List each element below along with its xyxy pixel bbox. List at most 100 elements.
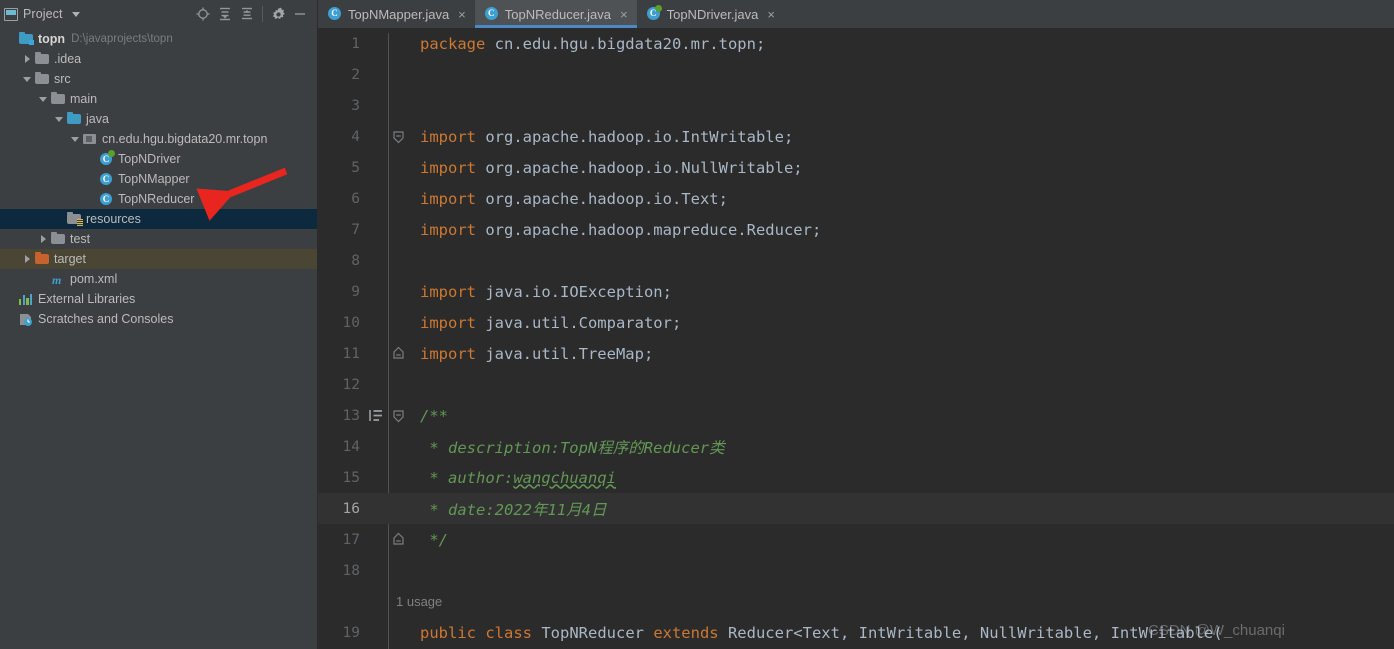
folder-icon (34, 71, 50, 87)
tree-item-resources[interactable]: resources (0, 209, 317, 229)
tree-item-idea[interactable]: .idea (0, 49, 317, 69)
code-line-6[interactable]: 6 import org.apache.hadoop.io.Text; (318, 183, 1394, 214)
tree-item-topnreducer[interactable]: C TopNReducer (0, 189, 317, 209)
gutter-slot (366, 369, 388, 400)
expand-all-icon[interactable] (214, 3, 236, 25)
gutter-slot (366, 431, 388, 462)
project-window-icon (4, 7, 18, 21)
code-text[interactable]: public class TopNReducer extends Reducer… (412, 624, 1394, 642)
code-line-2[interactable]: 2 (318, 59, 1394, 90)
code-text[interactable]: import org.apache.hadoop.io.NullWritable… (412, 159, 1394, 177)
code-line-13[interactable]: 13 /** (318, 400, 1394, 431)
usage-hint-label[interactable]: 1 usage (318, 594, 442, 609)
java-class-icon: C (484, 7, 499, 21)
gutter-slot (366, 524, 388, 555)
tree-item-topndriver[interactable]: C TopNDriver (0, 149, 317, 169)
javadoc-icon[interactable] (366, 400, 388, 431)
tree-item-external-libraries[interactable]: External Libraries (0, 289, 317, 309)
code-line-19[interactable]: 19 public class TopNReducer extends Reduc… (318, 617, 1394, 648)
code-line-9[interactable]: 9 import java.io.IOException; (318, 276, 1394, 307)
code-line-7[interactable]: 7 import org.apache.hadoop.mapreduce.Redu… (318, 214, 1394, 245)
tree-item-main[interactable]: main (0, 89, 317, 109)
code-token: cn.edu.hgu.bigdata20.mr.topn; (494, 34, 766, 53)
code-lines[interactable]: 1 package cn.edu.hgu.bigdata20.mr.topn; 2 3… (318, 28, 1394, 648)
code-text[interactable]: import org.apache.hadoop.io.IntWritable; (412, 128, 1394, 146)
code-line-1[interactable]: 1 package cn.edu.hgu.bigdata20.mr.topn; (318, 28, 1394, 59)
close-icon[interactable]: × (767, 8, 775, 21)
code-line-8[interactable]: 8 (318, 245, 1394, 276)
editor-tab-topnmapper-java[interactable]: C TopNMapper.java × (318, 0, 475, 28)
code-line-11[interactable]: 11 import java.util.TreeMap; (318, 338, 1394, 369)
locate-target-icon[interactable] (192, 3, 214, 25)
tree-item-src[interactable]: src (0, 69, 317, 89)
chevron-right-icon[interactable] (20, 49, 34, 69)
tree-item-pom-xml[interactable]: m pom.xml (0, 269, 317, 289)
editor-tab-bar[interactable]: C TopNMapper.java × C TopNReducer.java × C TopN… (318, 0, 1394, 28)
close-icon[interactable]: × (458, 8, 466, 21)
code-line-10[interactable]: 10 import java.util.Comparator; (318, 307, 1394, 338)
fold-end-icon[interactable] (388, 524, 412, 555)
tree-item-target[interactable]: target (0, 249, 317, 269)
code-text[interactable]: */ (412, 531, 1394, 549)
close-icon[interactable]: × (620, 8, 628, 21)
code-line-12[interactable]: 12 (318, 369, 1394, 400)
project-tree[interactable]: topn D:\javaprojects\topn .idea src main java… (0, 28, 317, 329)
code-line-5[interactable]: 5 import org.apache.hadoop.io.NullWritabl… (318, 152, 1394, 183)
line-number: 9 (351, 283, 360, 300)
line-number: 7 (351, 221, 360, 238)
tree-twisty-placeholder (4, 289, 18, 309)
tree-item-test[interactable]: test (0, 229, 317, 249)
tree-item-topn[interactable]: topn D:\javaprojects\topn (0, 29, 317, 49)
editor-tab-topndriver-java[interactable]: C TopNDriver.java × (637, 0, 784, 28)
fold-end-icon[interactable] (388, 338, 412, 369)
code-text[interactable]: import org.apache.hadoop.io.Text; (412, 190, 1394, 208)
usage-hint-row[interactable]: 1 usage (318, 586, 1394, 617)
code-text[interactable]: /** (412, 407, 1394, 425)
code-text[interactable]: package cn.edu.hgu.bigdata20.mr.topn; (412, 35, 1394, 53)
code-line-17[interactable]: 17 */ (318, 524, 1394, 555)
gutter-slot (366, 90, 388, 121)
gutter-slot (366, 245, 388, 276)
chevron-down-icon[interactable] (20, 69, 34, 89)
chevron-down-icon[interactable] (68, 129, 82, 149)
tree-item-topnmapper[interactable]: C TopNMapper (0, 169, 317, 189)
code-text[interactable]: * description:TopN程序的Reducer类 (412, 436, 1394, 458)
gutter-slot (366, 462, 388, 493)
code-token: org.apache.hadoop.io.Text; (485, 189, 728, 208)
project-tool-window-header[interactable]: Project (4, 7, 80, 21)
code-text[interactable]: * date:2022年11月4日 (412, 498, 1394, 520)
code-token: wangchuanqi (513, 468, 616, 487)
editor-tab-topnreducer-java[interactable]: C TopNReducer.java × (474, 0, 637, 28)
tree-item-cn-edu-hgu-bigdata20-mr-topn[interactable]: cn.edu.hgu.bigdata20.mr.topn (0, 129, 317, 149)
code-text[interactable]: import org.apache.hadoop.mapreduce.Reduc… (412, 221, 1394, 239)
tree-item-label: main (70, 92, 98, 106)
code-token: */ (420, 530, 448, 549)
tree-item-java[interactable]: java (0, 109, 317, 129)
code-text[interactable]: import java.util.Comparator; (412, 314, 1394, 332)
code-text[interactable]: import java.util.TreeMap; (412, 345, 1394, 363)
tree-item-scratches-and-consoles[interactable]: Scratches and Consoles (0, 309, 317, 329)
code-text[interactable]: * author:wangchuanqi (412, 469, 1394, 487)
chevron-right-icon[interactable] (36, 229, 50, 249)
chevron-right-icon[interactable] (20, 249, 34, 269)
package-icon (82, 131, 98, 147)
line-number: 8 (351, 252, 360, 269)
settings-gear-icon[interactable] (267, 3, 289, 25)
code-line-16[interactable]: 16 * date:2022年11月4日 (318, 493, 1394, 524)
code-line-18[interactable]: 18 (318, 555, 1394, 586)
code-line-4[interactable]: 4 import org.apache.hadoop.io.IntWritable… (318, 121, 1394, 152)
code-line-14[interactable]: 14 * description:TopN程序的Reducer类 (318, 431, 1394, 462)
code-line-3[interactable]: 3 (318, 90, 1394, 121)
code-line-15[interactable]: 15 * author:wangchuanqi (318, 462, 1394, 493)
fold-slot (388, 28, 412, 59)
fold-collapse-icon[interactable] (388, 121, 412, 152)
fold-collapse-icon[interactable] (388, 400, 412, 431)
resources-folder-icon (66, 211, 83, 227)
code-editor[interactable]: 1 package cn.edu.hgu.bigdata20.mr.topn; 2 3… (318, 28, 1394, 649)
chevron-down-icon[interactable] (36, 89, 50, 109)
collapse-all-icon[interactable] (236, 3, 258, 25)
chevron-down-icon[interactable] (71, 11, 80, 17)
chevron-down-icon[interactable] (52, 109, 66, 129)
minimize-icon[interactable] (289, 3, 311, 25)
code-text[interactable]: import java.io.IOException; (412, 283, 1394, 301)
